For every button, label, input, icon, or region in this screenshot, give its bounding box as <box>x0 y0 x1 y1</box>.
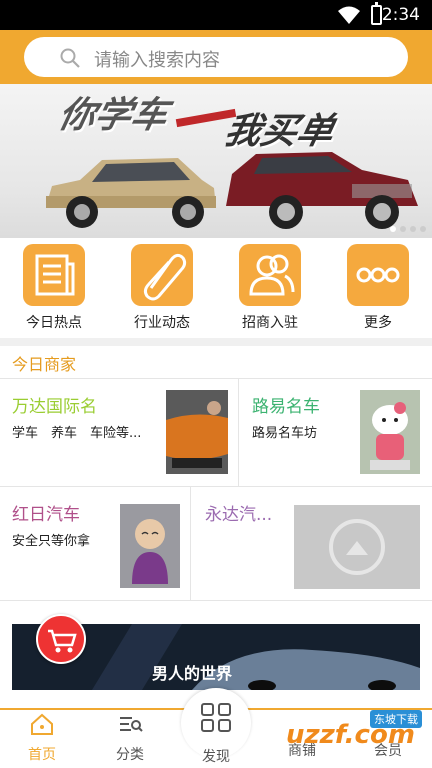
promo-banner[interactable]: 你学车 我买单 <box>0 84 432 238</box>
search-placeholder: 请输入搜索内容 <box>94 50 220 71</box>
shop-name: 永达汽... <box>205 505 273 525</box>
shop-card[interactable]: 永达汽... <box>191 486 432 600</box>
shop-desc: 学车 养车 车险等... <box>12 426 142 441</box>
search-icon <box>60 48 80 68</box>
quick-nav-more[interactable]: 更多 <box>338 244 418 332</box>
shop-name: 路易名车 <box>252 397 320 417</box>
more-dots-icon <box>347 244 409 306</box>
quick-nav-label: 行业动态 <box>134 315 190 331</box>
status-bar: 2:34 <box>0 0 432 30</box>
shop-name: 万达国际名 <box>12 397 97 417</box>
shop-thumbnail <box>166 390 228 474</box>
clock: 2:34 <box>381 5 420 25</box>
quick-nav-industry[interactable]: 行业动态 <box>122 244 202 332</box>
quick-nav-label: 今日热点 <box>26 315 82 331</box>
shop-thumbnail <box>120 504 180 588</box>
suv-red-image <box>226 152 418 229</box>
quick-nav-hot-news[interactable]: 今日热点 <box>14 244 94 332</box>
quick-nav-label: 招商入驻 <box>242 315 298 331</box>
watermark-logo: uzzf.com 东坡下载 <box>256 708 432 768</box>
people-icon <box>239 244 301 306</box>
tab-home[interactable]: 首页 <box>12 712 72 764</box>
ad-title: 男人的世界 <box>152 664 233 683</box>
divider <box>0 600 432 601</box>
shop-card[interactable]: 红日汽车 安全只等你拿 <box>0 486 190 600</box>
shop-name: 红日汽车 <box>12 505 80 525</box>
home-icon <box>31 713 53 735</box>
tab-label: 首页 <box>28 747 56 763</box>
quick-nav-label: 更多 <box>364 315 392 331</box>
battery-icon <box>371 2 382 25</box>
tab-category[interactable]: 分类 <box>100 712 160 764</box>
shop-thumbnail-placeholder <box>294 505 420 589</box>
image-placeholder-icon <box>329 519 385 575</box>
tab-label: 分类 <box>116 747 144 763</box>
newspaper-icon <box>23 244 85 306</box>
grid-icon <box>201 703 231 732</box>
section-divider <box>0 338 432 346</box>
search-header: 请输入搜索内容 <box>0 30 432 84</box>
quick-nav: 今日热点 行业动态 招商入驻 更多 <box>0 244 432 336</box>
tab-discover[interactable]: 发现 <box>181 688 251 768</box>
quick-nav-join[interactable]: 招商入驻 <box>230 244 310 332</box>
shop-card[interactable]: 路易名车 路易名车坊 <box>239 378 432 486</box>
wifi-icon <box>338 6 360 24</box>
watermark-tagline: 东坡下载 <box>370 710 422 728</box>
category-icon <box>120 717 143 732</box>
carousel-indicator <box>390 226 426 232</box>
search-input[interactable]: 请输入搜索内容 <box>24 37 408 77</box>
shop-card[interactable]: 万达国际名 学车 养车 车险等... <box>0 378 238 486</box>
cart-icon <box>48 629 77 653</box>
shop-desc: 安全只等你拿 <box>12 534 91 549</box>
shop-thumbnail <box>360 390 420 474</box>
cart-button[interactable] <box>36 614 86 664</box>
banner-slogan-left: 你学车 <box>54 95 172 136</box>
shop-desc: 路易名车坊 <box>252 426 318 441</box>
tab-label: 发现 <box>202 749 230 765</box>
paperclip-icon <box>131 244 193 306</box>
suv-gold-image <box>46 158 216 228</box>
section-title-today-shops: 今日商家 <box>12 355 77 374</box>
